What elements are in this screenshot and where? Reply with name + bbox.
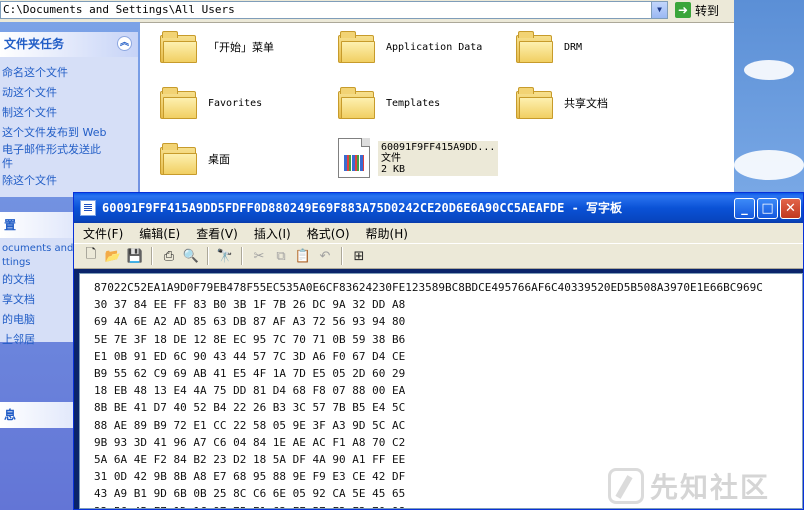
maximize-button[interactable]: □ [757,198,778,219]
undo-icon[interactable]: ↶ [316,247,334,265]
address-field[interactable]: C:\Documents and Settings\All Users ▼ [0,1,668,19]
open-icon[interactable]: 📂 [104,247,122,265]
collapse-icon[interactable]: ︽ [117,36,132,51]
folder-icon [338,31,376,63]
document-line: 18 EB 48 13 E4 4A 75 DD 81 D4 68 F8 07 8… [94,384,406,398]
address-bar: C:\Documents and Settings\All Users ▼ ➜ … [0,0,734,23]
toolbar-separator [341,247,343,265]
menu-format[interactable]: 格式(O) [298,225,357,242]
file-name: Application Data [386,41,483,53]
document-line: B9 55 62 C9 69 AB 41 E5 4F 1A 7D E5 05 2… [94,367,406,381]
copy-icon[interactable]: ⧉ [272,247,290,265]
folder-desktop[interactable]: 桌面 [160,143,230,175]
file-tasks-header[interactable]: 文件夹任务 ︽ [0,32,138,57]
document-icon [338,138,370,178]
window-title: 60091F9FF415A9DD5FDFF0D880249E69F883A75D… [102,201,623,215]
document-line: 9B 93 3D 41 96 A7 C6 04 84 1E AE AC F1 A… [94,435,406,449]
folder-application-data[interactable]: Application Data [338,31,482,63]
document-line: 69 4A 6E A2 AD 85 63 DB 87 AF A3 72 56 9… [94,315,406,329]
go-arrow-icon: ➜ [675,2,691,18]
folder-start-menu[interactable]: 「开始」菜单 [160,31,274,63]
file-name: Templates [386,97,441,109]
task-email-file[interactable]: 电子邮件形式发送此 [2,143,138,157]
folder-favorites[interactable]: Favorites [160,87,262,119]
file-tasks-panel: 文件夹任务 ︽ 命名这个文件 动这个文件 制这个文件 这个文件发布到 Web 电… [0,32,138,197]
watermark: 先知社区 [608,466,798,506]
menu-edit[interactable]: 编辑(E) [130,225,187,242]
file-info: 60091F9FF415A9DD... 文件 2 KB [378,140,499,176]
insert-object-icon[interactable]: ⊞ [350,247,368,265]
menu-insert[interactable]: 插入(I) [245,225,298,242]
new-icon[interactable]: 🗋 [82,247,100,265]
folder-drm[interactable]: DRM [516,31,582,63]
document-line: 30 37 84 EE FF 83 B0 3B 1F 7B 26 DC 9A 3… [94,298,406,312]
cloud [734,150,804,180]
document-line: 87022C52EA1A9D0F79EB478F55EC535A0E6CF836… [94,281,763,294]
file-name: 60091F9FF415A9DD... [381,141,496,153]
folder-icon [516,31,554,63]
watermark-logo [608,468,644,504]
find-icon[interactable]: 🔭 [216,247,234,265]
file-type: 文件 [381,152,401,164]
document-line: 5E 7E 3F 18 DE 12 8E EC 95 7C 70 71 0B 5… [94,332,406,346]
task-email-file-cont[interactable]: 件 [2,157,138,171]
menu-file[interactable]: 文件(F) [74,225,130,242]
toolbar-separator [151,247,153,265]
task-copy-file[interactable]: 制这个文件 [2,103,138,123]
file-hash-document[interactable]: 60091F9FF415A9DD... 文件 2 KB [338,138,499,178]
task-move-file[interactable]: 动这个文件 [2,83,138,103]
folder-templates[interactable]: Templates [338,87,440,119]
toolbar-separator [207,247,209,265]
print-icon[interactable]: ⎙ [160,247,178,265]
file-name: 桌面 [208,153,230,166]
menu-bar: 文件(F) 编辑(E) 查看(V) 插入(I) 格式(O) 帮助(H) [74,223,803,243]
wordpad-icon [80,200,96,216]
toolbar: 🗋 📂 💾 ⎙ 🔍 🔭 ✂ ⧉ 📋 ↶ ⊞ [74,243,803,269]
folder-icon [160,143,198,175]
document-line: 8B BE 41 D7 40 52 B4 22 26 B3 3C 57 7B B… [94,401,406,415]
minimize-button[interactable]: _ [734,198,755,219]
task-rename-file[interactable]: 命名这个文件 [2,63,138,83]
go-label: 转到 [695,3,720,18]
file-tasks-title: 文件夹任务 [4,37,65,51]
file-name: Favorites [208,97,263,109]
print-preview-icon[interactable]: 🔍 [182,247,200,265]
document-line: 88 AE 89 B9 72 E1 CC 22 58 05 9E 3F A3 9… [94,418,406,432]
task-delete-file[interactable]: 除这个文件 [2,171,138,191]
wordpad-title-bar[interactable]: 60091F9FF415A9DD5FDFF0D880249E69F883A75D… [74,193,803,223]
menu-view[interactable]: 查看(V) [187,225,245,242]
cut-icon[interactable]: ✂ [250,247,268,265]
chevron-down-icon[interactable]: ▼ [651,2,667,18]
document-line: E1 0B 91 ED 6C 90 43 44 57 7C 3D A6 F0 6… [94,349,406,363]
folder-icon [160,31,198,63]
folder-shared-documents[interactable]: 共享文档 [516,87,608,119]
toolbar-separator [241,247,243,265]
save-icon[interactable]: 💾 [126,247,144,265]
watermark-text: 先知社区 [650,471,771,504]
task-publish-web[interactable]: 这个文件发布到 Web [2,123,138,143]
wordpad-window: 60091F9FF415A9DD5FDFF0D880249E69F883A75D… [73,192,804,510]
file-size: 2 KB [381,163,406,175]
go-button[interactable]: ➜ 转到 [675,1,719,19]
folder-icon [160,87,198,119]
menu-help[interactable]: 帮助(H) [357,225,415,242]
file-name: DRM [564,41,583,53]
file-name: 共享文档 [564,97,608,110]
cloud [744,60,794,80]
file-name: 「开始」菜单 [208,41,274,54]
folder-icon [338,87,376,119]
close-button[interactable]: ✕ [780,198,801,219]
folder-icon [516,87,554,119]
address-text: C:\Documents and Settings\All Users [3,3,235,16]
file-tasks-list: 命名这个文件 动这个文件 制这个文件 这个文件发布到 Web 电子邮件形式发送此… [0,57,138,197]
paste-icon[interactable]: 📋 [294,247,312,265]
